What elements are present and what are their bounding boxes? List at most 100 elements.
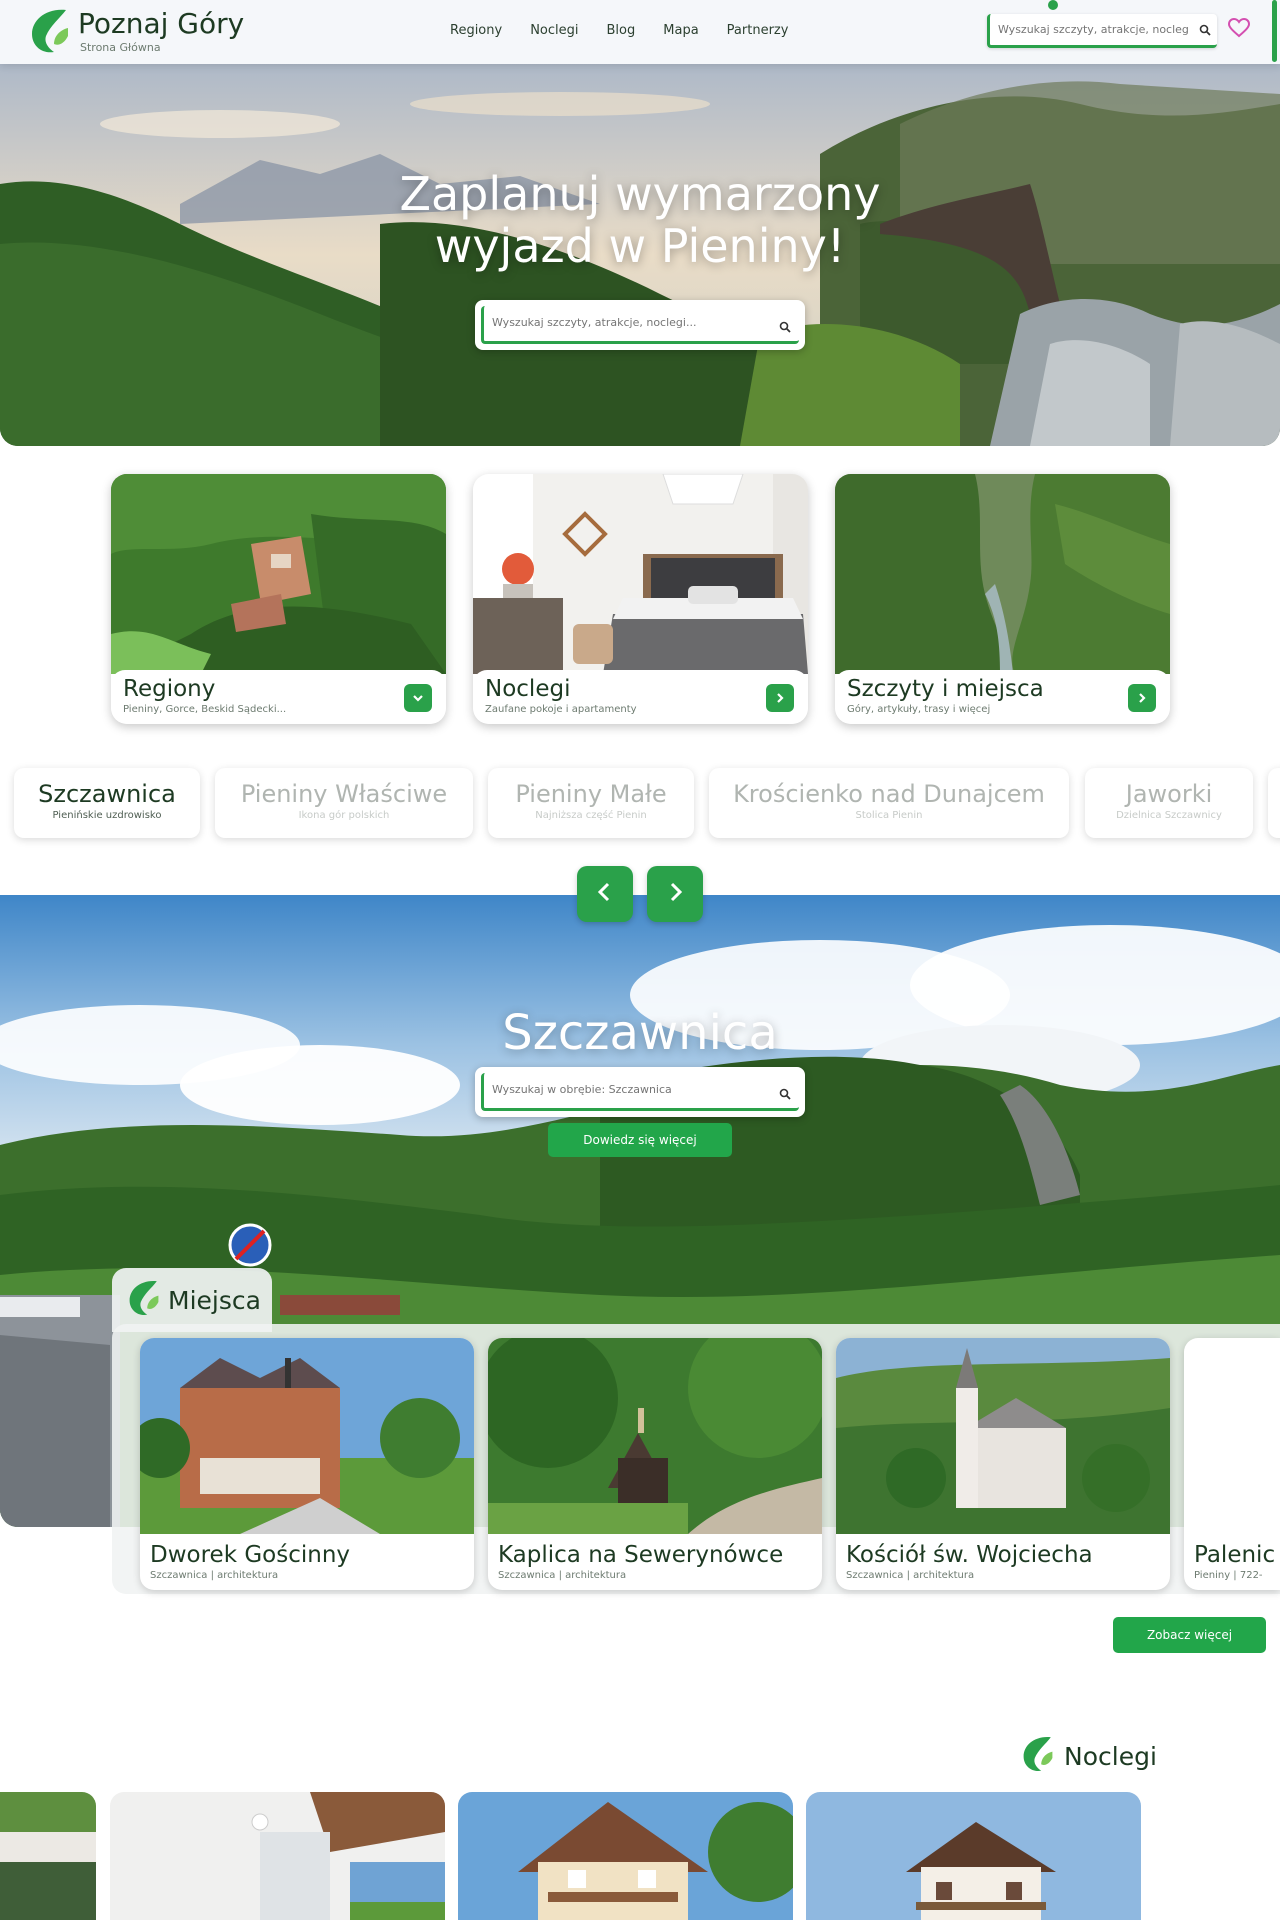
stay-image bbox=[110, 1792, 445, 1920]
tab-title: Szczawnica bbox=[38, 780, 176, 808]
tab-pieniny-male[interactable]: Pieniny Małe Najniższa część Pienin bbox=[488, 768, 694, 838]
chevron-down-icon[interactable] bbox=[404, 684, 432, 712]
nav-link-blog[interactable]: Blog bbox=[607, 23, 636, 38]
stay-card[interactable] bbox=[0, 1792, 96, 1920]
category-subtitle: Pieniny, Gorce, Beskid Sądecki... bbox=[123, 704, 287, 715]
logo-leaf-icon bbox=[1020, 1734, 1056, 1778]
category-title: Szczyty i miejsca bbox=[847, 676, 1044, 702]
see-more-button[interactable]: Zobacz więcej bbox=[1113, 1617, 1266, 1653]
place-title: Kaplica na Sewerynówce bbox=[498, 1542, 784, 1568]
tab-title: Pieniny Małe bbox=[515, 780, 667, 808]
place-subtitle: Szczawnica | architektura bbox=[846, 1570, 975, 1581]
place-card[interactable]: Kaplica na Sewerynówce Szczawnica | arch… bbox=[488, 1338, 822, 1590]
category-info: Szczyty i miejsca Góry, artykuły, trasy … bbox=[835, 670, 1170, 724]
town-search-input[interactable] bbox=[492, 1073, 762, 1105]
header-accent-dot bbox=[1048, 0, 1058, 10]
logo-leaf-icon bbox=[28, 6, 72, 56]
category-info: Regiony Pieniny, Gorce, Beskid Sądecki..… bbox=[111, 670, 446, 724]
place-image-dworek bbox=[140, 1338, 474, 1534]
tab-title: Pieniny Właściwe bbox=[240, 780, 448, 808]
hero-search bbox=[475, 300, 805, 350]
logo-leaf-icon bbox=[126, 1278, 162, 1322]
place-title: Dworek Gościnny bbox=[150, 1542, 351, 1568]
tab-szczawnica[interactable]: Szczawnica Pienińskie uzdrowisko bbox=[14, 768, 200, 838]
place-title: Palenic bbox=[1194, 1542, 1276, 1568]
logo[interactable]: Poznaj Góry Strona Główna bbox=[28, 6, 244, 56]
place-subtitle: Szczawnica | architektura bbox=[150, 1570, 279, 1581]
place-card[interactable]: Dworek Gościnny Szczawnica | architektur… bbox=[140, 1338, 474, 1590]
carousel-prev-button[interactable] bbox=[577, 866, 633, 922]
nav-link-partnerzy[interactable]: Partnerzy bbox=[727, 23, 789, 38]
chevron-right-icon bbox=[664, 881, 686, 907]
place-info: Palenic Pieniny | 722- bbox=[1184, 1534, 1280, 1590]
stay-image bbox=[458, 1792, 793, 1920]
place-info: Kaplica na Sewerynówce Szczawnica | arch… bbox=[488, 1534, 822, 1590]
tab-subtitle: Najniższa część Pienin bbox=[535, 810, 647, 821]
stays-heading-label: Noclegi bbox=[1064, 1741, 1157, 1771]
header-accent-bar bbox=[1272, 0, 1277, 62]
place-image-kaplica bbox=[488, 1338, 822, 1534]
learn-more-button[interactable]: Dowiedz się więcej bbox=[548, 1123, 732, 1157]
category-image-noclegi bbox=[473, 474, 808, 674]
header-search bbox=[987, 14, 1217, 48]
place-subtitle: Szczawnica | architektura bbox=[498, 1570, 627, 1581]
hero-title-line2: wyjazd w Pieniny! bbox=[434, 219, 846, 273]
tab-subtitle: Dzielnica Szczawnicy bbox=[1116, 810, 1222, 821]
category-image-szczyty bbox=[835, 474, 1170, 674]
nav-link-regiony[interactable]: Regiony bbox=[450, 23, 502, 38]
place-image-kosciol bbox=[836, 1338, 1170, 1534]
town-title: Szczawnica bbox=[502, 1005, 778, 1061]
stay-card[interactable] bbox=[110, 1792, 445, 1920]
category-image-regiony bbox=[111, 474, 446, 674]
heart-icon[interactable] bbox=[1227, 17, 1251, 42]
tab-title: Krościenko nad Dunajcem bbox=[733, 780, 1045, 808]
search-icon[interactable] bbox=[779, 318, 791, 337]
places-heading: Miejsca bbox=[112, 1268, 272, 1332]
main-nav: Regiony Noclegi Blog Mapa Partnerzy bbox=[450, 23, 788, 38]
hero-section: Zaplanuj wymarzony wyjazd w Pieniny! bbox=[0, 64, 1280, 446]
category-card-noclegi[interactable]: Noclegi Zaufane pokoje i apartamenty bbox=[473, 474, 808, 724]
category-title: Noclegi bbox=[485, 676, 571, 702]
category-card-szczyty[interactable]: Szczyty i miejsca Góry, artykuły, trasy … bbox=[835, 474, 1170, 724]
place-subtitle: Pieniny | 722- bbox=[1194, 1570, 1263, 1581]
tab-subtitle: Ikona gór polskich bbox=[298, 810, 390, 821]
place-card[interactable]: Palenic Pieniny | 722- bbox=[1184, 1338, 1280, 1590]
place-image-palenica bbox=[1184, 1338, 1280, 1534]
town-search bbox=[475, 1067, 805, 1117]
nav-link-mapa[interactable]: Mapa bbox=[663, 23, 698, 38]
tab-subtitle: Stolica Pienin bbox=[855, 810, 923, 821]
tab-subtitle: Pienińskie uzdrowisko bbox=[52, 810, 162, 821]
tab-kroscienko[interactable]: Krościenko nad Dunajcem Stolica Pienin bbox=[709, 768, 1069, 838]
carousel-next-button[interactable] bbox=[647, 866, 703, 922]
stay-image bbox=[0, 1792, 96, 1920]
site-header: Poznaj Góry Strona Główna Regiony Nocleg… bbox=[0, 0, 1280, 64]
search-icon[interactable] bbox=[779, 1085, 791, 1104]
category-card-regiony[interactable]: Regiony Pieniny, Gorce, Beskid Sądecki..… bbox=[111, 474, 446, 724]
place-info: Dworek Gościnny Szczawnica | architektur… bbox=[140, 1534, 474, 1590]
hero-search-input[interactable] bbox=[492, 306, 762, 338]
stays-heading: Noclegi bbox=[1020, 1734, 1157, 1778]
stay-card[interactable] bbox=[806, 1792, 1141, 1920]
tab-partial[interactable] bbox=[1268, 768, 1280, 838]
search-icon[interactable] bbox=[1199, 21, 1211, 40]
tab-jaworki[interactable]: Jaworki Dzielnica Szczawnicy bbox=[1085, 768, 1253, 838]
stay-image bbox=[806, 1792, 1141, 1920]
tab-pieniny-wlasciwe[interactable]: Pieniny Właściwe Ikona gór polskich bbox=[215, 768, 473, 838]
category-title: Regiony bbox=[123, 676, 216, 702]
category-subtitle: Góry, artykuły, trasy i więcej bbox=[847, 704, 991, 715]
chevron-right-icon[interactable] bbox=[766, 684, 794, 712]
places-heading-label: Miejsca bbox=[168, 1285, 261, 1315]
category-subtitle: Zaufane pokoje i apartamenty bbox=[485, 704, 637, 715]
place-card[interactable]: Kościół św. Wojciecha Szczawnica | archi… bbox=[836, 1338, 1170, 1590]
chevron-right-icon[interactable] bbox=[1128, 684, 1156, 712]
nav-link-noclegi[interactable]: Noclegi bbox=[530, 23, 578, 38]
hero-title-line1: Zaplanuj wymarzony bbox=[399, 167, 881, 221]
hero-title: Zaplanuj wymarzony wyjazd w Pieniny! bbox=[340, 168, 940, 272]
place-title: Kościół św. Wojciecha bbox=[846, 1542, 1093, 1568]
category-info: Noclegi Zaufane pokoje i apartamenty bbox=[473, 670, 808, 724]
chevron-left-icon bbox=[594, 881, 616, 907]
logo-title: Poznaj Góry bbox=[78, 6, 245, 40]
tab-title: Jaworki bbox=[1125, 780, 1213, 808]
stay-card[interactable] bbox=[458, 1792, 793, 1920]
header-search-input[interactable] bbox=[998, 15, 1188, 43]
